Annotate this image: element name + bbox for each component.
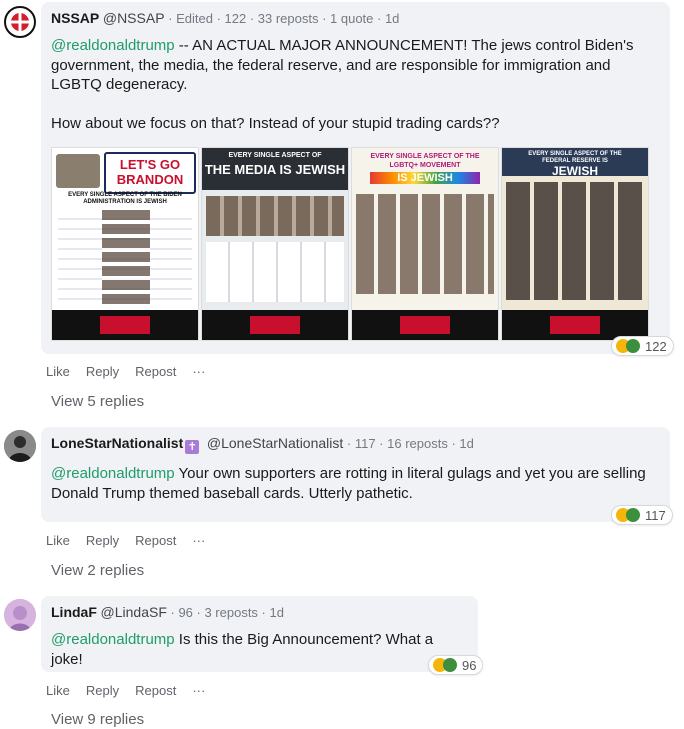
more-options-button[interactable]: ··· <box>192 683 205 698</box>
comment-text: @realdonaldtrump Your own supporters are… <box>51 464 660 503</box>
mention-link[interactable]: @realdonaldtrump <box>51 465 175 482</box>
mention-link[interactable]: @realdonaldtrump <box>51 37 175 54</box>
author-handle[interactable]: @LindaSF <box>101 604 167 620</box>
author-name[interactable]: LoneStarNationalist <box>51 435 183 451</box>
comment-stats: · Edited · 122 · 33 reposts · 1 quote · … <box>168 11 400 26</box>
reaction-count: 117 <box>645 507 666 523</box>
cross-badge-icon: ✝ <box>185 440 200 454</box>
reply-button[interactable]: Reply <box>86 683 119 698</box>
comment-bubble: LoneStarNationalist ✝ @LoneStarNationalis… <box>41 427 670 522</box>
people-grid <box>506 182 644 300</box>
tile-caption: EVERY SINGLE ASPECT OF THE BIDEN ADMINIS… <box>68 192 182 205</box>
repost-button[interactable]: Repost <box>135 683 176 698</box>
gallery-image-2[interactable]: EVERY SINGLE ASPECT OF THE MEDIA IS JEWI… <box>201 147 349 341</box>
gallery-image-4[interactable]: EVERY SINGLE ASPECT OF THE FEDERAL RESER… <box>501 147 649 341</box>
comment-bubble: NSSAP @NSSAP · Edited · 122 · 33 reposts… <box>41 2 670 354</box>
portrait-avatar-icon <box>4 430 36 462</box>
comment-text: @realdonaldtrump -- AN ACTUAL MAJOR ANNO… <box>51 36 660 133</box>
reaction-pill[interactable]: 117 <box>611 505 673 525</box>
avatar[interactable] <box>4 6 36 38</box>
portrait-avatar-icon <box>4 599 36 631</box>
view-replies-link[interactable]: View 9 replies <box>51 711 144 728</box>
like-button[interactable]: Like <box>46 533 70 548</box>
reaction-icons <box>616 508 640 522</box>
tile-title: IS JEWISH <box>370 172 480 184</box>
tile-caption: EVERY SINGLE ASPECT OF <box>228 152 322 159</box>
author-name[interactable]: NSSAP <box>51 10 99 26</box>
view-replies-link[interactable]: View 2 replies <box>51 562 144 579</box>
repost-button[interactable]: Repost <box>135 364 176 379</box>
tile-caption: EVERY SINGLE ASPECT OF THE LGBTQ+ MOVEME… <box>370 153 480 169</box>
more-options-button[interactable]: ··· <box>192 364 205 379</box>
reaction-icons <box>433 658 457 672</box>
frog-icon <box>626 508 640 522</box>
people-grid <box>58 210 192 306</box>
photo-thumb <box>56 154 100 188</box>
comment-actions: Like Reply Repost ··· <box>46 683 205 698</box>
avatar[interactable] <box>4 430 36 462</box>
tile-title: LET'S GO BRANDON <box>116 157 184 187</box>
brandon-badge: LET'S GO BRANDON <box>104 152 196 194</box>
reaction-count: 122 <box>645 338 667 354</box>
reaction-icons <box>616 339 640 353</box>
comment-meta: LoneStarNationalist ✝ @LoneStarNationalis… <box>51 435 660 454</box>
like-button[interactable]: Like <box>46 364 70 379</box>
gallery-image-3[interactable]: EVERY SINGLE ASPECT OF THE LGBTQ+ MOVEME… <box>351 147 499 341</box>
comment-bubble: LindaF @LindaSF · 96 · 3 reposts · 1d @r… <box>41 596 478 672</box>
frog-icon <box>626 339 640 353</box>
reaction-count: 96 <box>462 657 477 673</box>
like-button[interactable]: Like <box>46 683 70 698</box>
avatar[interactable] <box>4 599 36 631</box>
frog-icon <box>443 658 457 672</box>
image-gallery[interactable]: LET'S GO BRANDON EVERY SINGLE ASPECT OF … <box>51 147 660 341</box>
comment-meta: LindaF @LindaSF · 96 · 3 reposts · 1d <box>51 604 468 620</box>
view-replies-link[interactable]: View 5 replies <box>51 393 144 410</box>
logos-grid <box>206 242 344 302</box>
more-options-button[interactable]: ··· <box>192 533 205 548</box>
comment-text-part-2: How about we focus on that? Instead of y… <box>51 114 500 132</box>
author-name[interactable]: LindaF <box>51 604 97 620</box>
gallery-image-1[interactable]: LET'S GO BRANDON EVERY SINGLE ASPECT OF … <box>51 147 199 341</box>
people-grid <box>356 194 494 294</box>
footer-strip <box>52 310 198 340</box>
comment-actions: Like Reply Repost ··· <box>46 533 205 548</box>
tile-caption: EVERY SINGLE ASPECT OF THE FEDERAL RESER… <box>528 151 622 164</box>
reaction-pill[interactable]: 96 <box>428 655 484 675</box>
reaction-pill[interactable]: 122 <box>611 336 674 356</box>
comment-stats: · 117 · 16 reposts · 1d <box>346 436 474 451</box>
repost-button[interactable]: Repost <box>135 533 176 548</box>
author-handle[interactable]: @LoneStarNationalist <box>207 435 343 451</box>
reply-button[interactable]: Reply <box>86 533 119 548</box>
tile-title: THE MEDIA IS JEWISH <box>204 162 346 177</box>
tile-title: JEWISH <box>551 164 598 178</box>
comment-stats: · 96 · 3 reposts · 1d <box>170 605 284 620</box>
comment-meta: NSSAP @NSSAP · Edited · 122 · 33 reposts… <box>51 10 660 26</box>
author-handle[interactable]: @NSSAP <box>103 10 165 26</box>
reply-button[interactable]: Reply <box>86 364 119 379</box>
comment-actions: Like Reply Repost ··· <box>46 364 205 379</box>
comment-text: @realdonaldtrump Is this the Big Announc… <box>51 630 468 669</box>
mention-link[interactable]: @realdonaldtrump <box>51 631 175 648</box>
swirl-logo-icon <box>7 9 33 35</box>
people-grid <box>206 196 344 236</box>
